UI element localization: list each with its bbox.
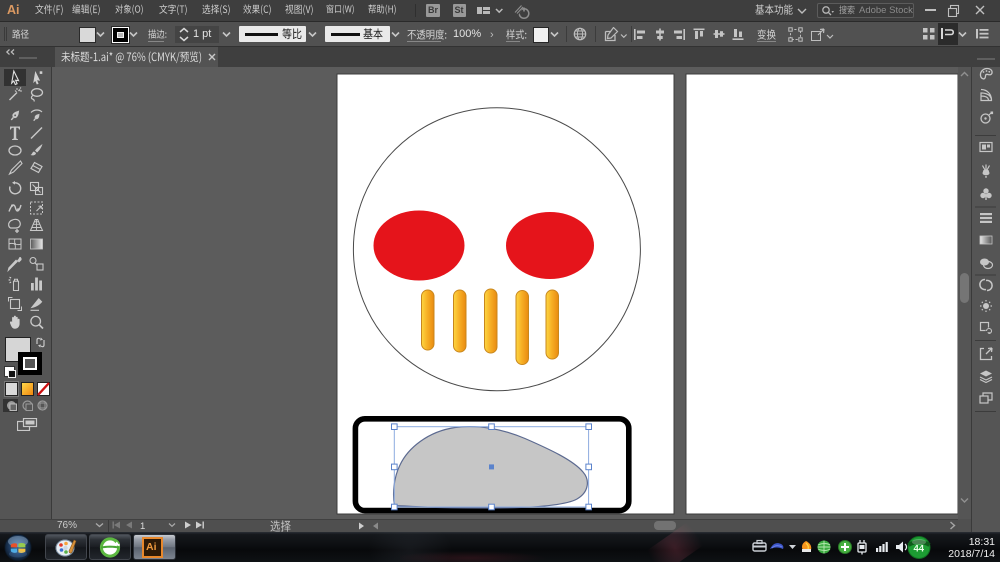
svg-text:1: 1 [140, 521, 145, 530]
svg-text:44: 44 [914, 544, 925, 555]
